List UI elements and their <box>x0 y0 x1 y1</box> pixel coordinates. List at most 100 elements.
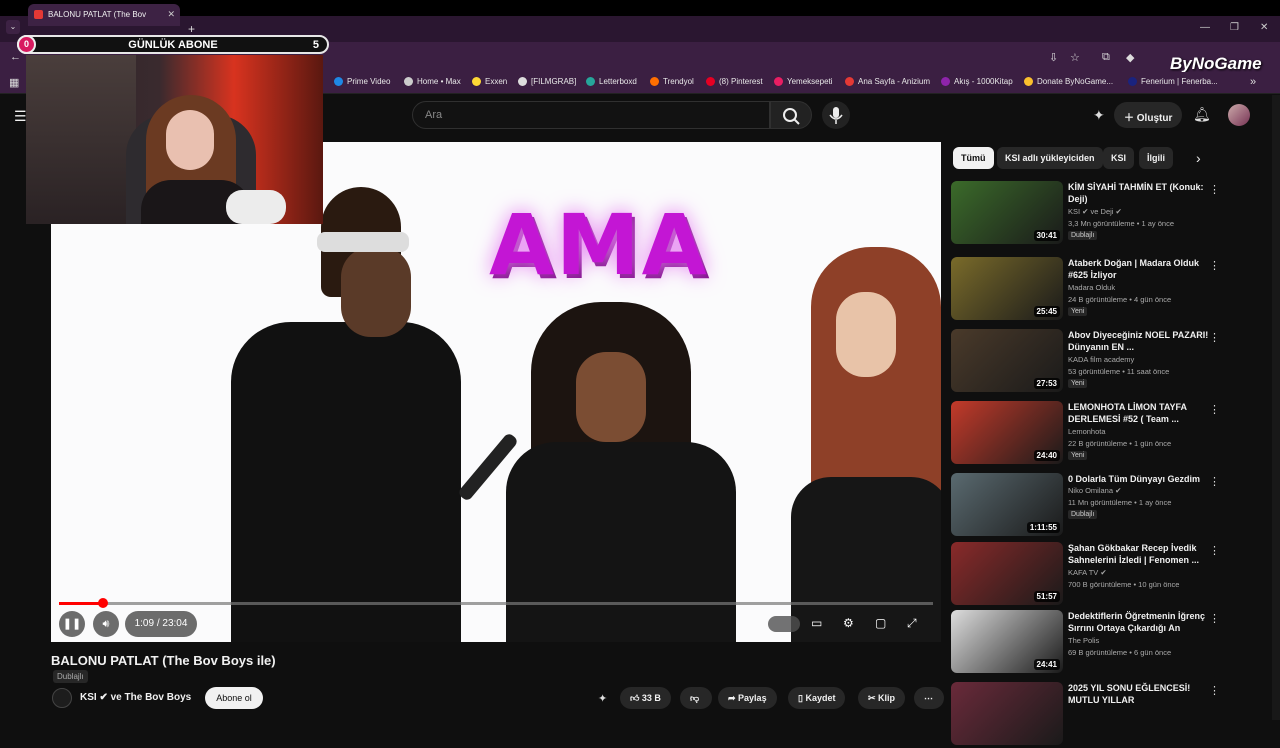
recommendation-title[interactable]: Abov Diyeceğiniz NOEL PAZARI! Dünyanın E… <box>1068 329 1213 353</box>
share-button[interactable]: ➦ Paylaş <box>718 687 777 709</box>
apps-grid-icon[interactable]: ▦ <box>9 76 19 89</box>
duration-badge: 51:57 <box>1033 591 1060 602</box>
notifications-bell-icon[interactable]: 🔔︎ <box>1193 106 1211 123</box>
recommendation-channel[interactable]: The Polis <box>1068 636 1099 645</box>
recommendation-item[interactable]: 24:41 Dedektiflerin Öğretmenin İğrenç Sır… <box>951 610 1221 676</box>
create-button[interactable]: ＋ Oluştur <box>1114 102 1182 128</box>
user-avatar[interactable] <box>1228 104 1250 126</box>
bookmark-item[interactable]: Home • Max <box>404 77 461 86</box>
close-window-icon[interactable]: ✕ <box>1260 22 1268 33</box>
like-button[interactable]: 👍︎ 33 B <box>620 687 671 709</box>
translate-icon[interactable]: ⧉ <box>1102 51 1110 64</box>
maximize-icon[interactable]: ❐ <box>1230 22 1239 33</box>
volume-button[interactable]: 🔊︎ <box>93 611 119 637</box>
browser-tab[interactable]: BALONU PATLAT (The Bov ✕ <box>28 4 180 26</box>
recommendation-title[interactable]: Şahan Gökbakar Recep İvedik Sahnelerini … <box>1068 542 1213 566</box>
recommendation-item[interactable]: 27:53 Abov Diyeceğiniz NOEL PAZARI! Dünya… <box>951 329 1221 395</box>
recommendation-thumbnail[interactable]: 1:11:55 <box>951 473 1063 536</box>
subscribe-button[interactable]: Abone ol <box>205 687 263 709</box>
recommendation-item[interactable]: 51:57 Şahan Gökbakar Recep İvedik Sahnele… <box>951 542 1221 608</box>
recommendation-thumbnail[interactable]: 30:41 <box>951 181 1063 244</box>
recommendation-channel[interactable]: Madara Olduk <box>1068 283 1115 292</box>
search-button[interactable] <box>770 101 812 129</box>
more-options-icon[interactable]: ⋮ <box>1209 612 1220 625</box>
progress-scrubber[interactable] <box>97 598 108 608</box>
recommendation-channel[interactable]: KADA film academy <box>1068 355 1134 364</box>
bookmark-item[interactable]: Exxen <box>472 77 507 86</box>
recommendation-item[interactable]: 2025 YIL SONU EĞLENCESİ! MUTLU YILLAR ⋮ <box>951 682 1221 748</box>
close-tab-icon[interactable]: ✕ <box>167 9 175 20</box>
recommendation-title[interactable]: 0 Dolarla Tüm Dünyayı Gezdim <box>1068 473 1213 485</box>
autoplay-toggle[interactable] <box>768 616 800 632</box>
more-options-icon[interactable]: ⋮ <box>1209 684 1220 697</box>
fullscreen-icon[interactable]: ⤢ <box>907 616 917 631</box>
settings-gear-icon[interactable]: ⚙ <box>843 616 854 630</box>
chips-next-icon[interactable]: › <box>1196 150 1201 166</box>
bookmark-item[interactable]: Prime Video <box>334 77 390 86</box>
bookmark-label: Donate ByNoGame... <box>1037 77 1114 86</box>
channel-name[interactable]: KSI ✔ ve The Bov Boys <box>80 692 191 703</box>
theater-mode-icon[interactable]: ▢ <box>875 616 886 630</box>
recommendation-thumbnail[interactable]: 24:41 <box>951 610 1063 673</box>
bookmark-item[interactable]: Fenerium | Fenerba... <box>1128 77 1218 86</box>
subtitles-icon[interactable]: ▭ <box>811 616 822 630</box>
more-options-icon[interactable]: ⋮ <box>1209 259 1220 272</box>
new-tab-icon[interactable]: + <box>188 22 195 36</box>
recommendation-title[interactable]: Ataberk Doğan | Madara Olduk #625 İzliyo… <box>1068 257 1213 281</box>
install-icon[interactable]: ⇩ <box>1049 51 1058 64</box>
voice-search-button[interactable] <box>822 101 850 129</box>
filter-chip[interactable]: İlgili <box>1139 147 1173 169</box>
recommendation-channel[interactable]: Niko Omilana ✔ <box>1068 486 1121 495</box>
recommendation-channel[interactable]: KAFA TV ✔ <box>1068 568 1107 577</box>
recommendation-thumbnail[interactable]: 25:45 <box>951 257 1063 320</box>
clip-button[interactable]: ✂ Klip <box>858 687 906 709</box>
pause-button[interactable]: ❚❚ <box>59 611 85 637</box>
recommendation-thumbnail[interactable]: 51:57 <box>951 542 1063 605</box>
bookmark-item[interactable]: Yemeksepeti <box>774 77 833 86</box>
more-options-icon[interactable]: ⋮ <box>1209 475 1220 488</box>
channel-avatar[interactable] <box>52 688 72 708</box>
recommendation-channel[interactable]: KSI ✔ ve Deji ✔ <box>1068 207 1122 216</box>
progress-bar[interactable] <box>59 598 933 608</box>
recommendation-thumbnail[interactable]: 27:53 <box>951 329 1063 392</box>
more-bookmarks-icon[interactable]: » <box>1250 76 1256 88</box>
dislike-button[interactable]: 👎︎ <box>680 687 712 709</box>
bookmark-item[interactable]: Ana Sayfa - Anizium <box>845 77 930 86</box>
ask-ai-icon[interactable]: ✦ <box>598 692 607 705</box>
recommendation-item[interactable]: 30:41 KİM SİYAHİ TAHMİN ET (Konuk: Deji) K… <box>951 181 1221 247</box>
filter-chip[interactable]: Tümü <box>953 147 994 169</box>
more-options-icon[interactable]: ⋮ <box>1209 183 1220 196</box>
menu-icon[interactable]: ☰ <box>14 108 27 125</box>
filter-chip[interactable]: KSI <box>1103 147 1135 169</box>
more-actions-button[interactable]: ⋯ <box>914 687 944 709</box>
more-options-icon[interactable]: ⋮ <box>1209 331 1220 344</box>
bookmark-item[interactable]: (8) Pinterest <box>706 77 763 86</box>
recommendation-title[interactable]: Dedektiflerin Öğretmenin İğrenç Sırrını … <box>1068 610 1213 634</box>
extension-icon[interactable]: ◆ <box>1126 51 1134 64</box>
recommendation-item[interactable]: 1:11:55 0 Dolarla Tüm Dünyayı Gezdim Niko … <box>951 473 1221 539</box>
bookmark-item[interactable]: Letterboxd <box>586 77 637 86</box>
bookmark-item[interactable]: Trendyol <box>650 77 694 86</box>
recommendation-item[interactable]: 24:40 LEMONHOTA LİMON TAYFA DERLEMESİ #52… <box>951 401 1221 467</box>
bookmark-item[interactable]: Donate ByNoGame... <box>1024 77 1113 86</box>
page-scrollbar[interactable] <box>1272 95 1280 720</box>
filter-chip[interactable]: KSI adlı yükleyiciden <box>997 147 1103 169</box>
search-input[interactable]: Ara <box>412 101 770 129</box>
recommendation-title[interactable]: LEMONHOTA LİMON TAYFA DERLEMESİ #52 ( Te… <box>1068 401 1213 425</box>
more-options-icon[interactable]: ⋮ <box>1209 544 1220 557</box>
minimize-icon[interactable]: — <box>1200 22 1210 33</box>
recommendation-title[interactable]: 2025 YIL SONU EĞLENCESİ! MUTLU YILLAR <box>1068 682 1213 706</box>
more-options-icon[interactable]: ⋮ <box>1209 403 1220 416</box>
recommendation-thumbnail[interactable] <box>951 682 1063 745</box>
tab-list-icon[interactable]: ⌄ <box>6 20 20 34</box>
studio-icon[interactable]: ✦ <box>1093 107 1105 124</box>
bookmark-item[interactable]: [FILMGRAB] <box>518 77 576 86</box>
bookmark-item[interactable]: Akış - 1000Kitap <box>941 77 1013 86</box>
recommendation-item[interactable]: 25:45 Ataberk Doğan | Madara Olduk #625 İ… <box>951 257 1221 323</box>
recommendation-channel[interactable]: Lemonhota <box>1068 427 1106 436</box>
recommendation-title[interactable]: KİM SİYAHİ TAHMİN ET (Konuk: Deji) <box>1068 181 1213 205</box>
recommendation-thumbnail[interactable]: 24:40 <box>951 401 1063 464</box>
save-button[interactable]: ▯ Kaydet <box>788 687 846 709</box>
back-icon[interactable]: ← <box>10 51 21 63</box>
star-icon[interactable]: ☆ <box>1070 51 1080 64</box>
